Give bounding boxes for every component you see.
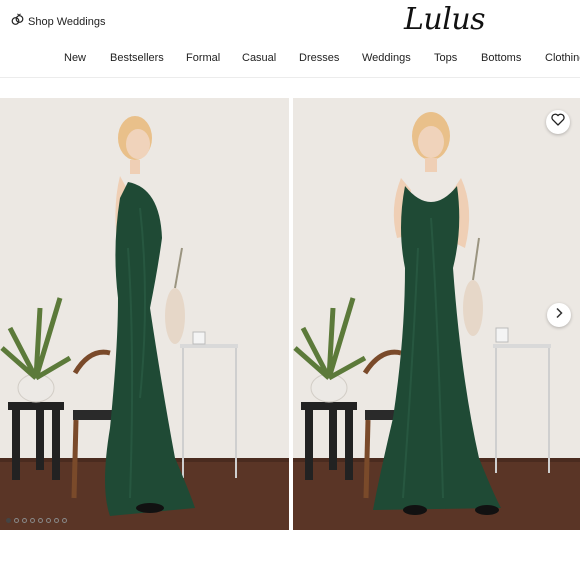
brand-logo[interactable]: Lulus	[404, 2, 486, 37]
main-nav: New Bestsellers Formal Casual Dresses We…	[0, 52, 580, 68]
gallery-dot-1[interactable]	[6, 518, 11, 523]
product-gallery	[0, 98, 580, 530]
nav-item-formal[interactable]: Formal	[186, 52, 220, 64]
next-image-button[interactable]	[547, 303, 571, 327]
gallery-pagination	[6, 518, 67, 523]
gallery-dot-3[interactable]	[22, 518, 27, 523]
nav-item-weddings[interactable]: Weddings	[362, 52, 411, 64]
gallery-dot-8[interactable]	[62, 518, 67, 523]
shop-weddings-link[interactable]: Shop Weddings	[11, 13, 105, 31]
nav-item-clothing[interactable]: Clothing	[545, 52, 580, 64]
nav-item-casual[interactable]: Casual	[242, 52, 276, 64]
gallery-dot-2[interactable]	[14, 518, 19, 523]
nav-item-dresses[interactable]: Dresses	[299, 52, 339, 64]
chevron-right-icon	[554, 306, 564, 324]
gallery-dot-7[interactable]	[54, 518, 59, 523]
nav-item-new[interactable]: New	[64, 52, 86, 64]
gallery-dot-4[interactable]	[30, 518, 35, 523]
favorite-button[interactable]	[546, 110, 570, 134]
product-photo-front[interactable]	[293, 98, 580, 530]
product-photo-side[interactable]	[0, 98, 289, 530]
site-header: Shop Weddings Lulus New Bestsellers Form…	[0, 0, 580, 78]
nav-item-tops[interactable]: Tops	[434, 52, 457, 64]
heart-icon	[551, 113, 565, 131]
nav-item-bottoms[interactable]: Bottoms	[481, 52, 521, 64]
shop-weddings-label: Shop Weddings	[28, 16, 106, 28]
rings-icon	[11, 13, 24, 31]
gallery-dot-6[interactable]	[46, 518, 51, 523]
nav-item-bestsellers[interactable]: Bestsellers	[110, 52, 164, 64]
gallery-dot-5[interactable]	[38, 518, 43, 523]
